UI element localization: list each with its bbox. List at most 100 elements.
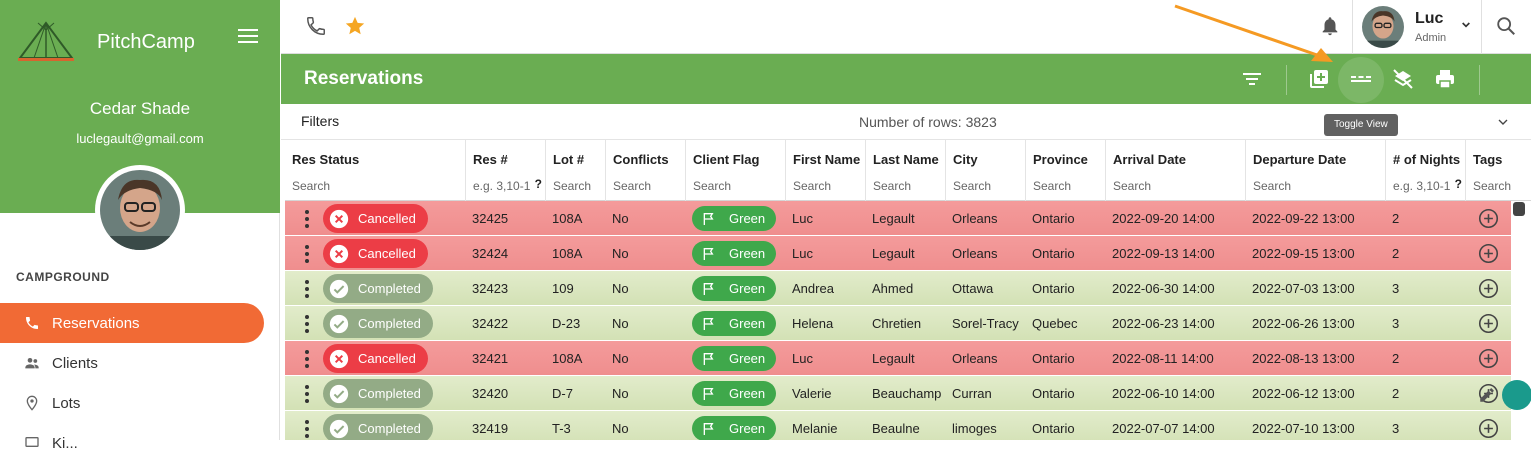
column-label[interactable]: # of Nights (1393, 152, 1460, 167)
column-search-input[interactable] (873, 177, 940, 195)
search-icon[interactable] (1495, 15, 1517, 37)
hamburger-menu-icon[interactable] (238, 27, 258, 45)
filters-toggle[interactable]: Filters (301, 113, 339, 129)
column-search-input[interactable] (1393, 177, 1450, 195)
user-avatar[interactable] (1362, 6, 1404, 48)
scrollbar-thumb[interactable] (1513, 202, 1525, 216)
column-search-input[interactable] (473, 177, 530, 195)
column-search-input[interactable] (953, 177, 1020, 195)
status-label: Completed (358, 316, 421, 331)
table-row[interactable]: Completed Green 32422 D-23 No Helena Chretien S… (285, 306, 1511, 341)
help-icon[interactable]: ? (535, 177, 542, 191)
sidebar-item-clients[interactable]: Clients (0, 343, 264, 383)
column-search-input[interactable] (1113, 177, 1240, 195)
column-label[interactable]: City (953, 152, 978, 167)
column-search-input[interactable] (1033, 177, 1100, 195)
column-header: Lot # (545, 140, 605, 201)
sidebar-item-kiosk[interactable]: Ki... (0, 423, 264, 463)
client-flag-badge[interactable]: Green (692, 381, 776, 406)
user-name[interactable]: Luc (1415, 10, 1443, 28)
add-circle-icon[interactable] (1478, 418, 1499, 439)
phone-icon[interactable] (305, 15, 327, 37)
status-badge[interactable]: Cancelled (323, 204, 428, 233)
sidebar-item-reservations[interactable]: Reservations (0, 303, 264, 343)
filter-list-icon[interactable] (1240, 67, 1264, 91)
toggle-view-icon[interactable] (1349, 67, 1373, 91)
status-badge[interactable]: Cancelled (323, 344, 428, 373)
column-search-input[interactable] (613, 177, 680, 195)
chevron-down-icon[interactable] (1458, 17, 1474, 33)
layers-off-icon[interactable] (1391, 67, 1415, 91)
column-label[interactable]: Tags (1473, 152, 1502, 167)
column-search-input[interactable] (793, 177, 860, 195)
star-icon[interactable] (344, 15, 366, 37)
sidebar-item-lots[interactable]: Lots (0, 383, 264, 423)
print-icon[interactable] (1433, 67, 1457, 91)
status-badge[interactable]: Cancelled (323, 239, 428, 268)
column-search-input[interactable] (1253, 177, 1380, 195)
cell-first: Melanie (792, 421, 838, 436)
more-vert-icon[interactable] (303, 349, 311, 369)
client-flag-badge[interactable]: Green (692, 416, 776, 440)
status-badge[interactable]: Completed (323, 414, 433, 440)
add-circle-icon[interactable] (1478, 348, 1499, 369)
table-row[interactable]: Cancelled Green 32424 108A No Luc Legault Orlea… (285, 236, 1511, 271)
client-flag-badge[interactable]: Green (692, 241, 776, 266)
check-circle-icon (329, 419, 349, 438)
column-label[interactable]: Client Flag (693, 152, 759, 167)
column-search-input[interactable] (1473, 177, 1526, 195)
column-search-input[interactable] (693, 177, 780, 195)
client-flag-badge[interactable]: Green (692, 346, 776, 371)
column-header: Departure Date (1245, 140, 1385, 201)
column-label[interactable]: Last Name (873, 152, 939, 167)
status-badge[interactable]: Completed (323, 274, 433, 303)
column-label[interactable]: Conflicts (613, 152, 669, 167)
cell-res: 32422 (472, 316, 509, 331)
table-row[interactable]: Completed Green 32419 T-3 No Melanie Beaulne li… (285, 411, 1511, 440)
column-label[interactable]: Lot # (553, 152, 584, 167)
status-badge[interactable]: Completed (323, 379, 433, 408)
cell-res: 32419 (472, 421, 509, 436)
table-row[interactable]: Cancelled Green 32421 108A No Luc Legault Orlea… (285, 341, 1511, 376)
add-circle-icon[interactable] (1478, 313, 1499, 334)
page-header: Reservations (281, 54, 1531, 104)
more-vert-icon[interactable] (303, 279, 311, 299)
avatar[interactable] (95, 165, 185, 255)
more-vert-icon[interactable] (303, 209, 311, 229)
column-search-input[interactable] (553, 177, 600, 195)
sidebar-item-label: Ki... (52, 434, 78, 452)
column-header: Arrival Date (1105, 140, 1245, 201)
row-count: Number of rows: 3823 (859, 114, 997, 130)
table-row[interactable]: Cancelled Green 32425 108A No Luc Legault Orlea… (285, 201, 1511, 236)
bell-icon[interactable] (1319, 15, 1341, 37)
more-vert-icon[interactable] (303, 314, 311, 334)
client-flag-badge[interactable]: Green (692, 206, 776, 231)
column-label[interactable]: Province (1033, 152, 1088, 167)
client-flag-badge[interactable]: Green (692, 311, 776, 336)
column-search-input[interactable] (292, 177, 460, 195)
floating-action-button[interactable] (1502, 380, 1531, 410)
add-reservation-icon[interactable] (1307, 67, 1331, 91)
cancelled-icon (329, 244, 349, 263)
help-icon[interactable]: ? (1455, 177, 1462, 191)
table-row[interactable]: Completed Green 32420 D-7 No Valerie Beauchamp… (285, 376, 1511, 411)
edit-pencil-icon[interactable] (1478, 386, 1496, 404)
add-circle-icon[interactable] (1478, 278, 1499, 299)
sidebar-item-label: Clients (52, 354, 98, 372)
chevron-down-icon[interactable] (1495, 114, 1511, 130)
column-label[interactable]: Res Status (292, 152, 359, 167)
column-label[interactable]: First Name (793, 152, 860, 167)
add-circle-icon[interactable] (1478, 243, 1499, 264)
column-label[interactable]: Arrival Date (1113, 152, 1186, 167)
cell-province: Ontario (1032, 281, 1075, 296)
table-row[interactable]: Completed Green 32423 109 No Andrea Ahmed Ottaw… (285, 271, 1511, 306)
more-vert-icon[interactable] (303, 419, 311, 439)
flag-label: Green (729, 211, 766, 226)
client-flag-badge[interactable]: Green (692, 276, 776, 301)
status-badge[interactable]: Completed (323, 309, 433, 338)
more-vert-icon[interactable] (303, 384, 311, 404)
column-label[interactable]: Res # (473, 152, 508, 167)
add-circle-icon[interactable] (1478, 208, 1499, 229)
column-label[interactable]: Departure Date (1253, 152, 1346, 167)
more-vert-icon[interactable] (303, 244, 311, 264)
